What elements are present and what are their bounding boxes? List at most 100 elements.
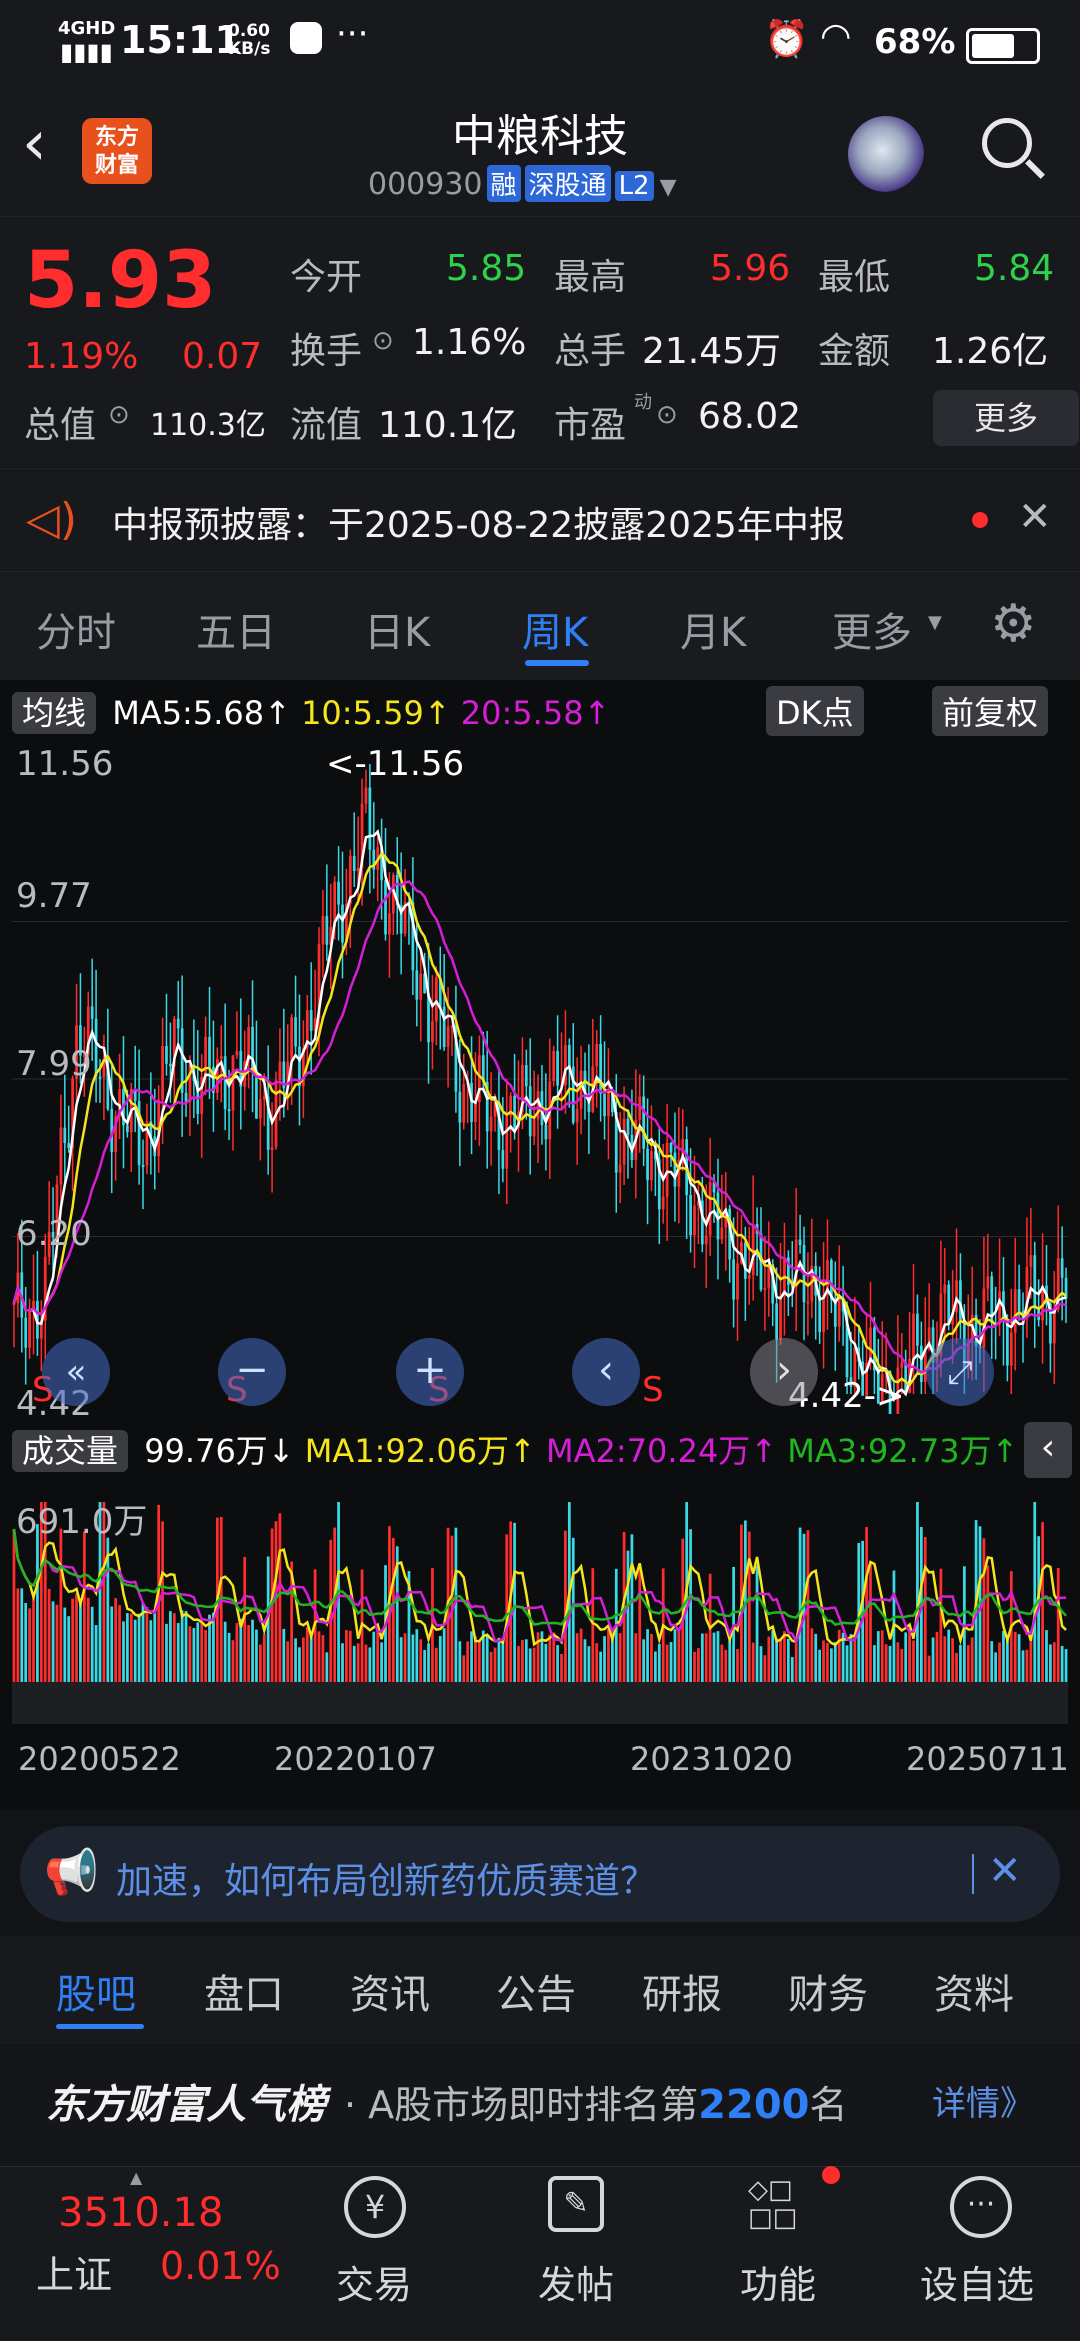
- tab-profile[interactable]: 资料: [934, 1962, 1014, 2020]
- tab-announcements[interactable]: 公告: [496, 1962, 576, 2020]
- close-icon[interactable]: ✕: [988, 1848, 1022, 1894]
- volume-bar: [579, 1628, 583, 1682]
- ma5-line: [12, 829, 1067, 1403]
- stock-code: 000930: [368, 167, 483, 202]
- candle-body: [258, 1099, 262, 1119]
- candle-body: [1033, 1255, 1037, 1309]
- index-name[interactable]: 上证: [36, 2244, 112, 2299]
- tab-more[interactable]: 更多: [832, 600, 912, 658]
- volume-bar: [845, 1645, 849, 1682]
- robot-avatar-icon[interactable]: [848, 116, 924, 192]
- tab-five-day[interactable]: 五日: [196, 600, 276, 658]
- collapse-button[interactable]: ‹: [1024, 1422, 1072, 1478]
- gear-icon[interactable]: ⚙: [990, 594, 1037, 654]
- volume-bar: [278, 1513, 282, 1682]
- open-value: 5.85: [446, 248, 527, 289]
- tab-news[interactable]: 资讯: [350, 1962, 430, 2020]
- candle-body: [141, 1164, 145, 1167]
- candle-body: [204, 1036, 207, 1078]
- kline-chart[interactable]: [12, 744, 1068, 1414]
- volume-bar: [235, 1623, 239, 1682]
- volume-indicator-select[interactable]: 成交量: [12, 1430, 129, 1472]
- candle-body: [982, 1288, 986, 1348]
- volume-bar: [1064, 1649, 1068, 1682]
- more-button[interactable]: 更多: [933, 390, 1079, 446]
- tab-guba[interactable]: 股吧: [56, 1962, 136, 2020]
- info-icon[interactable]: ⊙: [372, 326, 394, 356]
- tab-orderbook[interactable]: 盘口: [204, 1962, 284, 2020]
- volume-ma1: MA1:92.06万↑: [304, 1432, 536, 1470]
- volume-bar: [110, 1606, 114, 1682]
- candle-body: [661, 1196, 665, 1210]
- zoom-out-button[interactable]: −: [218, 1338, 286, 1406]
- volume-bar: [1045, 1630, 1048, 1682]
- volume-bar: [794, 1643, 798, 1682]
- volume-bar: [642, 1639, 646, 1682]
- dk-point-button[interactable]: DK点: [766, 686, 864, 736]
- indicator-select[interactable]: 均线: [12, 692, 97, 734]
- volume-bar: [165, 1623, 168, 1682]
- grid-icon[interactable]: ◇□ □□: [748, 2176, 808, 2236]
- adjust-button[interactable]: 前复权: [932, 686, 1049, 736]
- scroll-left-fast-button[interactable]: «: [42, 1338, 110, 1406]
- compose-icon[interactable]: ✎: [548, 2176, 604, 2232]
- rank-details-link[interactable]: 详情》: [932, 2076, 1034, 2125]
- info-icon[interactable]: ⊙: [656, 400, 678, 430]
- volume-bar: [438, 1636, 442, 1682]
- zoom-in-button[interactable]: +: [396, 1338, 464, 1406]
- volume-bar: [888, 1645, 892, 1682]
- volume-bar: [634, 1633, 638, 1682]
- unread-dot: [972, 512, 988, 528]
- volume-bar: [196, 1622, 200, 1682]
- volume-chart[interactable]: [12, 1482, 1068, 1724]
- tab-monthly-k[interactable]: 月K: [680, 600, 746, 658]
- volume-bar: [548, 1634, 552, 1682]
- scroll-left-button[interactable]: ‹: [572, 1338, 640, 1406]
- fullscreen-button[interactable]: ⤢: [926, 1338, 994, 1406]
- tab-daily-k[interactable]: 日K: [364, 600, 430, 658]
- volume-bar: [497, 1637, 501, 1682]
- status-bar: 4GHD ▮▮▮▮ 15:11 0.60 KB/s ··· ⏰ ◠ 68%: [0, 0, 1080, 86]
- candle-body: [208, 1036, 211, 1067]
- nav-post[interactable]: 发帖: [538, 2254, 614, 2309]
- tab-intraday[interactable]: 分时: [36, 600, 116, 658]
- candle-body: [169, 1063, 172, 1067]
- turnover-value: 1.16%: [412, 322, 527, 363]
- divider: [972, 1854, 974, 1894]
- ma-legend: 均线 MA5:5.68↑ 10:5.59↑ 20:5.58↑: [12, 688, 610, 734]
- nav-functions[interactable]: 功能: [740, 2254, 816, 2309]
- more-circle-icon[interactable]: ···: [950, 2176, 1012, 2238]
- candle-body: [763, 1288, 767, 1291]
- nav-trade[interactable]: 交易: [336, 2254, 412, 2309]
- rank-brand: 东方财富人气榜: [46, 2082, 326, 2128]
- info-icon[interactable]: ⊙: [108, 400, 130, 430]
- volume-bar: [55, 1604, 59, 1682]
- volume-ma3: MA3:92.73万↑: [787, 1432, 1019, 1470]
- search-icon[interactable]: [982, 118, 1032, 168]
- candle-body: [603, 1093, 606, 1117]
- candle-body: [708, 1182, 712, 1236]
- tab-finance[interactable]: 财务: [788, 1962, 868, 2020]
- stock-code-row[interactable]: 000930 融深股通 L2 ▼: [368, 165, 677, 202]
- volume-bar: [822, 1640, 825, 1682]
- nav-add-watchlist[interactable]: 设自选: [920, 2254, 1034, 2309]
- margin-tag: 融: [486, 165, 521, 202]
- volume-bar: [1049, 1644, 1052, 1682]
- candle-body: [513, 1095, 516, 1128]
- volume-bar: [90, 1606, 94, 1682]
- index-value[interactable]: 3510.18: [58, 2190, 223, 2236]
- volume-label: 总手: [554, 331, 627, 372]
- trade-yen-icon[interactable]: ¥: [344, 2176, 406, 2238]
- volume-bar: [82, 1531, 86, 1682]
- volume-bar: [1017, 1634, 1021, 1682]
- tab-research[interactable]: 研报: [642, 1962, 722, 2020]
- volume-bar: [352, 1645, 356, 1682]
- close-icon[interactable]: ✕: [1018, 494, 1052, 540]
- candle-body: [665, 1142, 669, 1197]
- candle-body: [524, 1064, 528, 1087]
- candle-body: [943, 1284, 947, 1294]
- tab-weekly-k[interactable]: 周K: [522, 600, 588, 658]
- scroll-right-button[interactable]: ›: [750, 1338, 818, 1406]
- candle-body: [337, 881, 340, 905]
- candle-body: [747, 1275, 751, 1279]
